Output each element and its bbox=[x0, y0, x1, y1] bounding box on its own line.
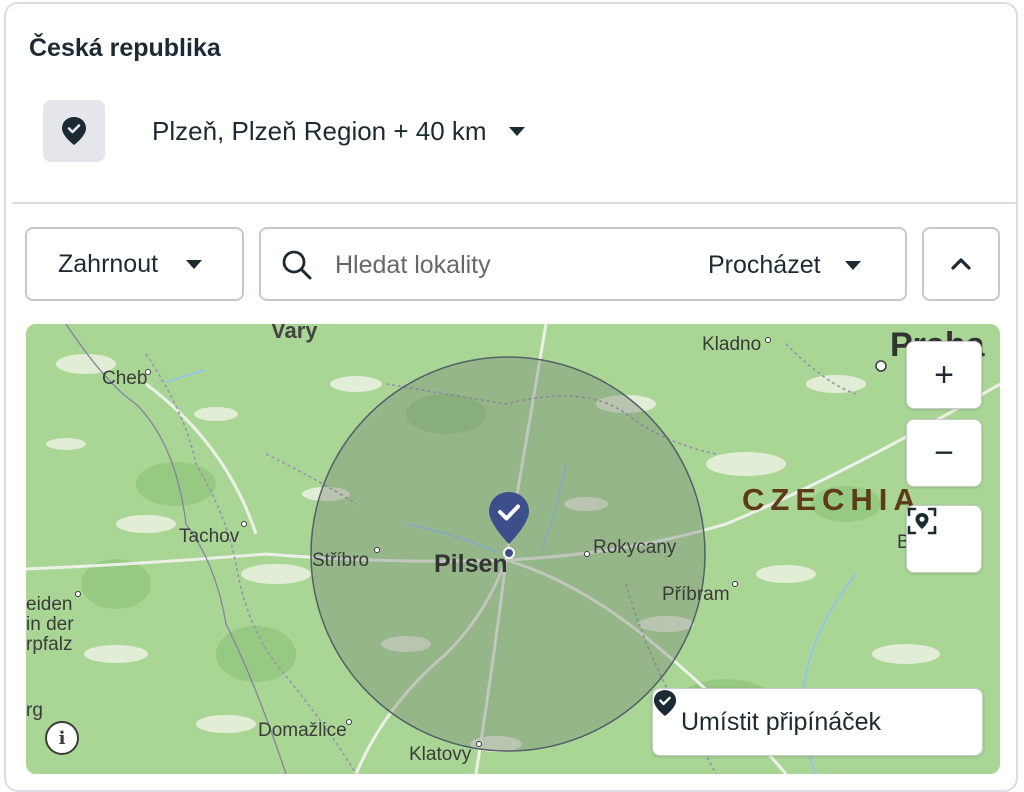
map-label-klatovy: Klatovy bbox=[409, 744, 472, 765]
map-label-czechia: CZECHIA bbox=[742, 482, 922, 517]
collapse-map-button[interactable] bbox=[922, 227, 1000, 301]
location-search-box: Procházet bbox=[259, 227, 907, 301]
locate-pin-icon bbox=[907, 507, 937, 535]
place-pin-button[interactable]: Umístit připínáček bbox=[652, 688, 983, 756]
map-label-rg: rg bbox=[26, 700, 43, 721]
map-label-vary: Vary bbox=[271, 324, 318, 343]
include-dropdown[interactable]: Zahrnout bbox=[25, 227, 244, 301]
browse-label: Procházet bbox=[708, 251, 821, 279]
location-pin-check-icon bbox=[62, 117, 86, 145]
map-label-tachov: Tachov bbox=[179, 526, 240, 547]
browse-dropdown[interactable]: Procházet bbox=[708, 251, 861, 280]
search-icon bbox=[282, 250, 312, 280]
location-label: Plzeň, Plzeň Region + 40 km bbox=[152, 116, 487, 146]
map-label-rokycany: Rokycany bbox=[593, 537, 677, 558]
search-input[interactable] bbox=[335, 247, 665, 283]
map-label-eiden: eiden bbox=[26, 594, 73, 615]
map-label-cheb: Cheb bbox=[102, 368, 148, 389]
locate-me-button[interactable] bbox=[906, 505, 982, 573]
map-label-pilsen: Pilsen bbox=[434, 550, 508, 578]
country-title: Česká republika bbox=[29, 34, 221, 62]
plus-icon: + bbox=[934, 356, 954, 394]
include-label: Zahrnout bbox=[58, 249, 159, 278]
map-label-domazlice: Domažlice bbox=[258, 720, 347, 741]
place-pin-label: Umístit připínáček bbox=[681, 707, 882, 736]
map-label-rpfalz: rpfalz bbox=[26, 634, 73, 655]
zoom-out-button[interactable]: − bbox=[906, 419, 982, 487]
chevron-down-icon bbox=[508, 127, 525, 136]
info-button[interactable]: i bbox=[45, 721, 79, 755]
map-pin-check-icon bbox=[489, 492, 529, 544]
location-selector[interactable]: Plzeň, Plzeň Region + 40 km bbox=[152, 116, 525, 147]
chevron-down-icon bbox=[186, 259, 203, 269]
map-label-pribram: Příbram bbox=[662, 584, 730, 605]
location-icon-box bbox=[43, 100, 105, 162]
location-pin-check-icon bbox=[653, 690, 677, 716]
map-view[interactable]: Vary Cheb Kladno Praha CZECHIA Tachov St… bbox=[26, 324, 1000, 774]
map-label-in-der: in der bbox=[26, 614, 74, 635]
chevron-down-icon bbox=[844, 261, 861, 270]
chevron-up-icon bbox=[951, 258, 971, 270]
zoom-in-button[interactable]: + bbox=[906, 341, 982, 409]
minus-icon: − bbox=[934, 434, 954, 472]
info-icon: i bbox=[58, 727, 66, 749]
divider bbox=[12, 202, 1016, 204]
map-label-kladno: Kladno bbox=[702, 334, 762, 355]
map-label-stribro: Stříbro bbox=[312, 550, 370, 571]
